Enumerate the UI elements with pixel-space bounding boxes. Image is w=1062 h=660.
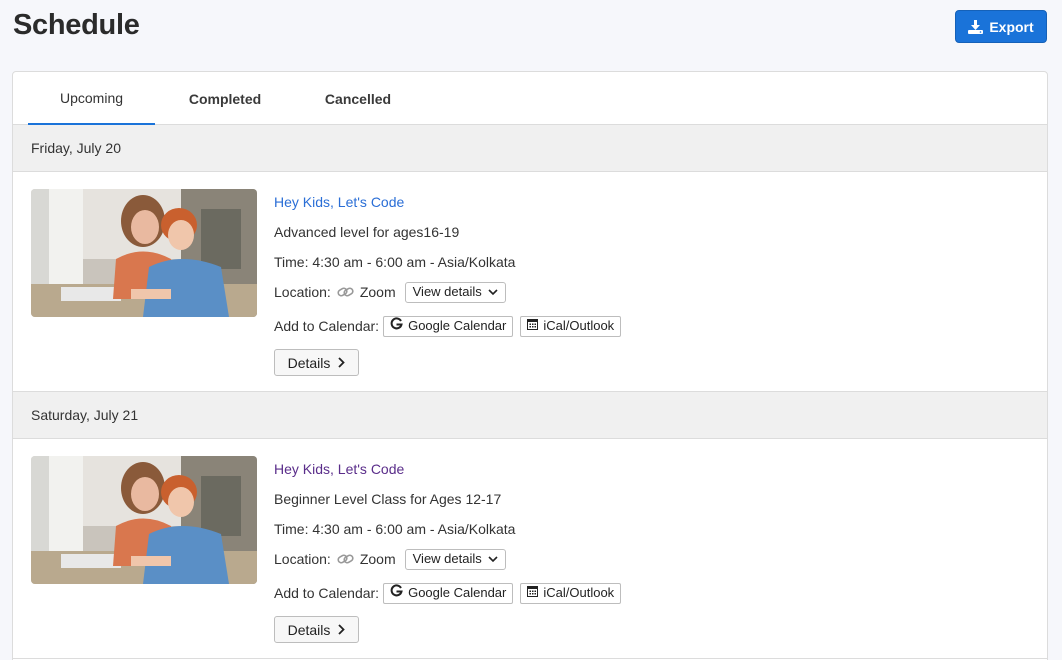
event-card: Hey Kids, Let's Code Beginner Level Clas… — [13, 439, 1047, 659]
tab-completed[interactable]: Completed — [173, 72, 277, 125]
event-level: Beginner Level Class for Ages 12-17 — [274, 491, 502, 507]
schedule-panel: Upcoming Completed Cancelled Friday, Jul… — [12, 71, 1048, 660]
chevron-down-icon — [488, 282, 498, 302]
details-label: Details — [287, 621, 331, 638]
add-to-calendar-row: Add to Calendar: Google Calendar iCal/Ou… — [274, 315, 974, 337]
view-details-label: View details — [412, 551, 482, 566]
chevron-right-icon — [338, 355, 346, 371]
link-icon — [337, 553, 354, 565]
event-thumbnail — [31, 456, 257, 584]
event-title-link[interactable]: Hey Kids, Let's Code — [274, 192, 974, 212]
ical-label: iCal/Outlook — [543, 585, 615, 600]
date-header: Saturday, July 21 — [13, 392, 1047, 439]
download-icon — [968, 19, 984, 34]
ical-outlook-button[interactable]: iCal/Outlook — [520, 582, 622, 604]
location-value: Zoom — [359, 284, 396, 300]
ical-label: iCal/Outlook — [543, 318, 615, 333]
google-g-icon — [390, 583, 403, 603]
export-label: Export — [989, 18, 1034, 35]
calendar-label: Add to Calendar: — [274, 318, 380, 334]
event-thumbnail — [31, 189, 257, 317]
tab-cancelled[interactable]: Cancelled — [308, 72, 408, 125]
google-g-icon — [390, 316, 403, 336]
event-time: Time: 4:30 am - 6:00 am - Asia/Kolkata — [274, 254, 516, 270]
google-calendar-label: Google Calendar — [408, 585, 507, 600]
details-label: Details — [287, 354, 331, 371]
details-button[interactable]: Details — [274, 616, 359, 643]
event-card: Hey Kids, Let's Code Advanced level for … — [13, 172, 1047, 392]
view-details-label: View details — [412, 284, 482, 299]
event-level: Advanced level for ages16-19 — [274, 224, 460, 240]
details-button[interactable]: Details — [274, 349, 359, 376]
tab-upcoming[interactable]: Upcoming — [28, 72, 155, 125]
location-label: Location: — [274, 284, 331, 300]
calendar-icon — [527, 316, 539, 336]
date-header: Friday, July 20 — [13, 125, 1047, 172]
export-button[interactable]: Export — [955, 10, 1047, 43]
view-details-button[interactable]: View details — [404, 281, 506, 303]
location-label: Location: — [274, 551, 331, 567]
ical-outlook-button[interactable]: iCal/Outlook — [520, 315, 622, 337]
view-details-button[interactable]: View details — [404, 548, 506, 570]
calendar-icon — [527, 583, 539, 603]
chevron-down-icon — [488, 549, 498, 569]
event-location: Location: Zoom View details — [274, 548, 974, 570]
google-calendar-button[interactable]: Google Calendar — [383, 582, 514, 604]
chevron-right-icon — [338, 622, 346, 638]
location-value: Zoom — [359, 551, 396, 567]
event-title-link[interactable]: Hey Kids, Let's Code — [274, 459, 974, 479]
google-calendar-label: Google Calendar — [408, 318, 507, 333]
event-location: Location: Zoom View details — [274, 281, 974, 303]
page-title: Schedule — [13, 9, 140, 41]
google-calendar-button[interactable]: Google Calendar — [383, 315, 514, 337]
event-time: Time: 4:30 am - 6:00 am - Asia/Kolkata — [274, 521, 516, 537]
add-to-calendar-row: Add to Calendar: Google Calendar iCal/Ou… — [274, 582, 974, 604]
calendar-label: Add to Calendar: — [274, 585, 380, 601]
link-icon — [337, 286, 354, 298]
tab-bar: Upcoming Completed Cancelled — [13, 72, 1047, 125]
